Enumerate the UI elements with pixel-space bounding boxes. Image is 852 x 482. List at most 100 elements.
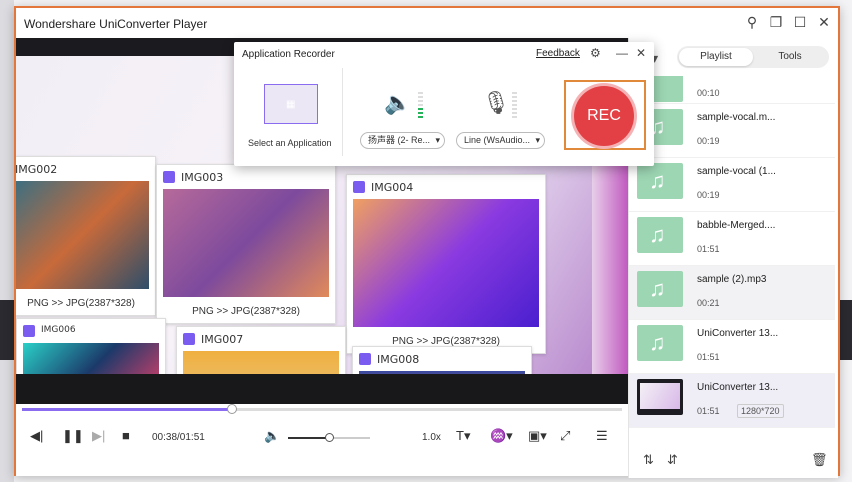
checkbox-icon[interactable]: [183, 333, 195, 345]
item-name: sample (2).mp3: [697, 274, 767, 285]
sort-icon[interactable]: ⇅: [643, 452, 654, 468]
item-name: sample-vocal (1...: [697, 166, 776, 177]
item-duration: 00:19: [697, 190, 720, 200]
volume-knob[interactable]: [325, 433, 334, 442]
music-note-icon: ♫: [649, 330, 666, 355]
item-name: UniConverter 13...: [697, 382, 779, 393]
thumbnail-label: IMG003: [181, 171, 224, 184]
playlist-sidebar: +▾ Playlist Tools 00:10 ♫ sample-vocal.m…: [628, 38, 838, 478]
window-title: Wondershare UniConverter Player: [24, 17, 208, 31]
time-readout: 00:38/01:51: [152, 432, 205, 443]
thumbnail-card: IMG003 PNG >> JPG(2387*328): [156, 164, 336, 324]
record-button[interactable]: REC: [574, 86, 634, 146]
item-name: babble-Merged....: [697, 220, 776, 231]
stop-icon[interactable]: ■: [122, 428, 130, 443]
progress-bar[interactable]: [22, 404, 622, 414]
item-duration: 00:10: [697, 88, 720, 98]
previous-icon[interactable]: ◀|: [30, 428, 43, 444]
list-item[interactable]: ♫ sample (2).mp3 00:21: [629, 266, 835, 320]
divider: [342, 68, 343, 156]
restore-icon[interactable]: ❐: [768, 14, 784, 30]
checkbox-icon[interactable]: [353, 181, 365, 193]
thumbnail-card: IMG004 PNG >> JPG(2387*328): [346, 174, 546, 354]
camera-settings-icon[interactable]: ⚙: [590, 46, 601, 60]
thumbnail-label: IMG007: [201, 333, 244, 346]
player-controls: ◀| ❚❚ ▶| ■ 00:38/01:51 🔈 1.0x T▾ ♒▾ ▣▾ ⤢…: [16, 404, 628, 476]
select-application-tile[interactable]: ▦: [264, 84, 318, 124]
speed-selector[interactable]: 1.0x: [422, 432, 441, 443]
thumbnail-image: [163, 189, 329, 297]
recorder-title: Application Recorder: [242, 49, 335, 60]
thumbnail-label: IMG002: [16, 163, 58, 176]
sidebar-tabs: Playlist Tools: [677, 46, 829, 68]
item-duration: 00:19: [697, 136, 720, 146]
video-letterbox: [16, 374, 628, 404]
close-icon[interactable]: ✕: [636, 46, 646, 60]
list-item[interactable]: ♫ UniConverter 13... 01:51: [629, 320, 835, 374]
title-bar: Wondershare UniConverter Player ⚲ ❐ ☐ ✕: [16, 8, 838, 38]
item-duration: 01:51: [697, 352, 720, 362]
pin-icon[interactable]: ⚲: [744, 14, 760, 30]
screenshot-icon[interactable]: ▣▾: [528, 428, 547, 444]
list-item[interactable]: UniConverter 13... 01:51 1280*720: [629, 374, 835, 428]
sidebar-footer: ⇅ ⇵ 🗑: [629, 446, 835, 476]
music-note-icon: ♫: [649, 168, 666, 193]
microphone-device-select[interactable]: Line (WsAudio...: [456, 132, 546, 149]
background-strip: [0, 0, 14, 482]
audio-track-icon[interactable]: ♒▾: [490, 428, 513, 444]
item-resolution: 1280*720: [737, 404, 784, 418]
mic-level-meter: [512, 92, 517, 118]
speaker-icon: 🔈: [384, 90, 412, 115]
item-duration: 00:21: [697, 298, 720, 308]
close-icon[interactable]: ✕: [816, 14, 832, 30]
audio-thumbnail: ♫: [637, 271, 683, 307]
microphone-icon: 🎙: [482, 90, 510, 115]
list-item[interactable]: ♫ babble-Merged.... 01:51: [629, 212, 835, 266]
list-item[interactable]: ♫ sample-vocal.m... 00:19: [629, 104, 835, 158]
thumbnail-label: IMG006: [41, 325, 76, 335]
fullscreen-icon[interactable]: ⤢: [560, 428, 570, 444]
speaker-level-meter: [418, 92, 423, 118]
feedback-link[interactable]: Feedback: [536, 48, 580, 59]
tab-tools[interactable]: Tools: [753, 48, 827, 66]
thumbnail-caption: PNG >> JPG(2387*328): [192, 306, 300, 317]
volume-icon[interactable]: 🔈: [264, 428, 280, 444]
maximize-icon[interactable]: ☐: [792, 14, 808, 30]
audio-thumbnail: ♫: [637, 163, 683, 199]
menu-icon[interactable]: ☰: [596, 428, 608, 444]
volume-fill: [288, 437, 329, 439]
thumbnail-image: [16, 181, 149, 289]
subtitle-icon[interactable]: T▾: [456, 428, 470, 444]
item-name: sample-vocal.m...: [697, 112, 776, 123]
thumbnail-caption: PNG >> JPG(2387*328): [27, 298, 135, 309]
thumbnail-label: IMG008: [377, 353, 420, 366]
thumbnail-image: [353, 199, 539, 327]
application-recorder-dialog: Application Recorder Feedback ⚙ — ✕ ▦ Se…: [234, 42, 654, 166]
trash-icon[interactable]: 🗑: [811, 452, 828, 468]
checkbox-icon[interactable]: [359, 353, 371, 365]
minimize-icon[interactable]: —: [616, 46, 628, 60]
list-item[interactable]: 00:10: [629, 76, 835, 104]
tab-playlist[interactable]: Playlist: [679, 48, 753, 66]
checkbox-icon[interactable]: [23, 325, 35, 337]
progress-fill: [22, 408, 232, 411]
volume-slider[interactable]: [288, 433, 370, 442]
music-note-icon: ♫: [649, 222, 666, 247]
sort-alt-icon[interactable]: ⇵: [667, 452, 678, 468]
thumbnail-card: IMG002 PNG >> JPG(2387*328): [16, 156, 156, 316]
item-duration: 01:51: [697, 244, 720, 254]
speaker-device-select[interactable]: 扬声器 (2- Re...: [360, 132, 446, 149]
checkbox-icon[interactable]: [163, 171, 175, 183]
item-duration: 01:51: [697, 406, 720, 416]
thumbnail-label: IMG004: [371, 181, 414, 194]
audio-thumbnail: ♫: [637, 325, 683, 361]
select-application-label: Select an Application: [248, 138, 332, 148]
app-grid-icon: ▦: [286, 99, 296, 110]
progress-knob[interactable]: [227, 404, 237, 414]
playlist-list: 00:10 ♫ sample-vocal.m... 00:19 ♫ sample…: [629, 76, 835, 440]
next-icon[interactable]: ▶|: [92, 428, 105, 444]
video-thumbnail: [637, 379, 683, 415]
pause-icon[interactable]: ❚❚: [62, 428, 84, 444]
item-name: UniConverter 13...: [697, 328, 779, 339]
list-item[interactable]: ♫ sample-vocal (1... 00:19: [629, 158, 835, 212]
